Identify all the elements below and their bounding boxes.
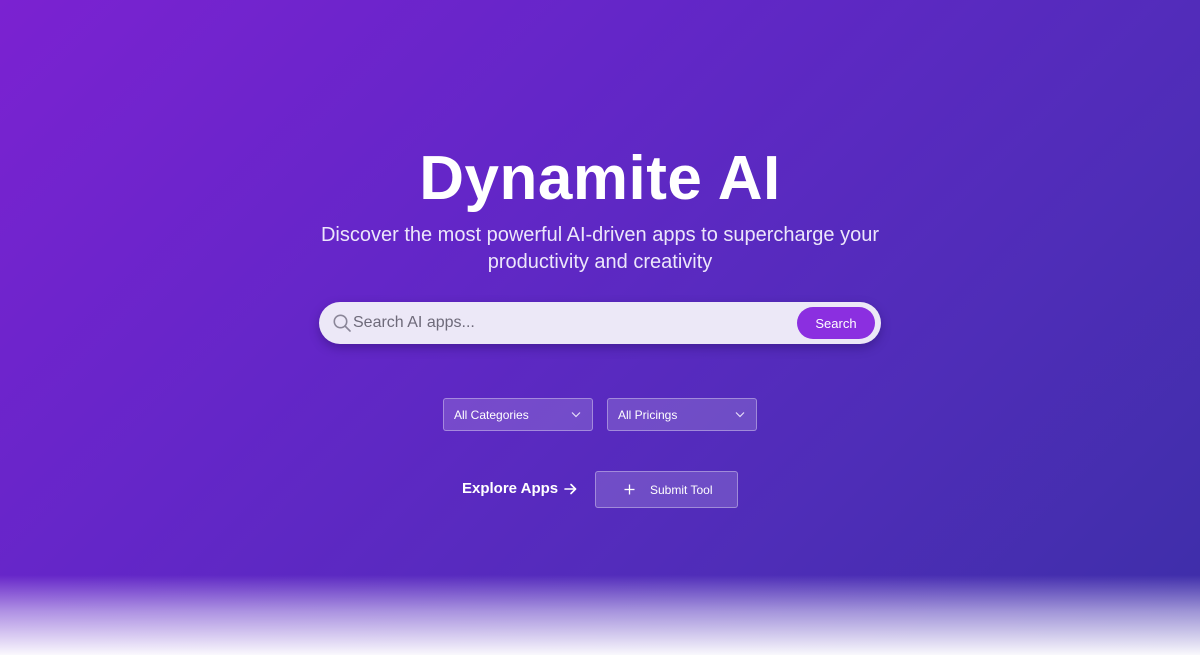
chevron-down-icon [735,412,745,418]
search-bar: Search [319,302,881,344]
submit-tool-label: Submit Tool [650,483,713,497]
plus-icon [624,484,635,495]
arrow-right-icon [564,483,577,495]
pricings-select[interactable]: All Pricings [607,398,757,431]
explore-apps-label: Explore Apps [462,480,559,497]
search-input[interactable] [353,302,783,344]
page-title: Dynamite AI [419,144,781,213]
search-button[interactable]: Search [797,307,875,339]
search-icon [333,314,351,332]
bottom-fade [0,575,1200,655]
hero-section: Dynamite AI Discover the most powerful A… [0,0,1200,655]
submit-tool-button[interactable]: Submit Tool [595,471,738,508]
categories-select-value: All Categories [454,408,529,422]
categories-select[interactable]: All Categories [443,398,593,431]
page-subtitle: Discover the most powerful AI-driven app… [320,224,880,273]
pricings-select-value: All Pricings [618,408,678,422]
explore-apps-link[interactable]: Explore Apps [462,480,577,500]
chevron-down-icon [571,412,581,418]
